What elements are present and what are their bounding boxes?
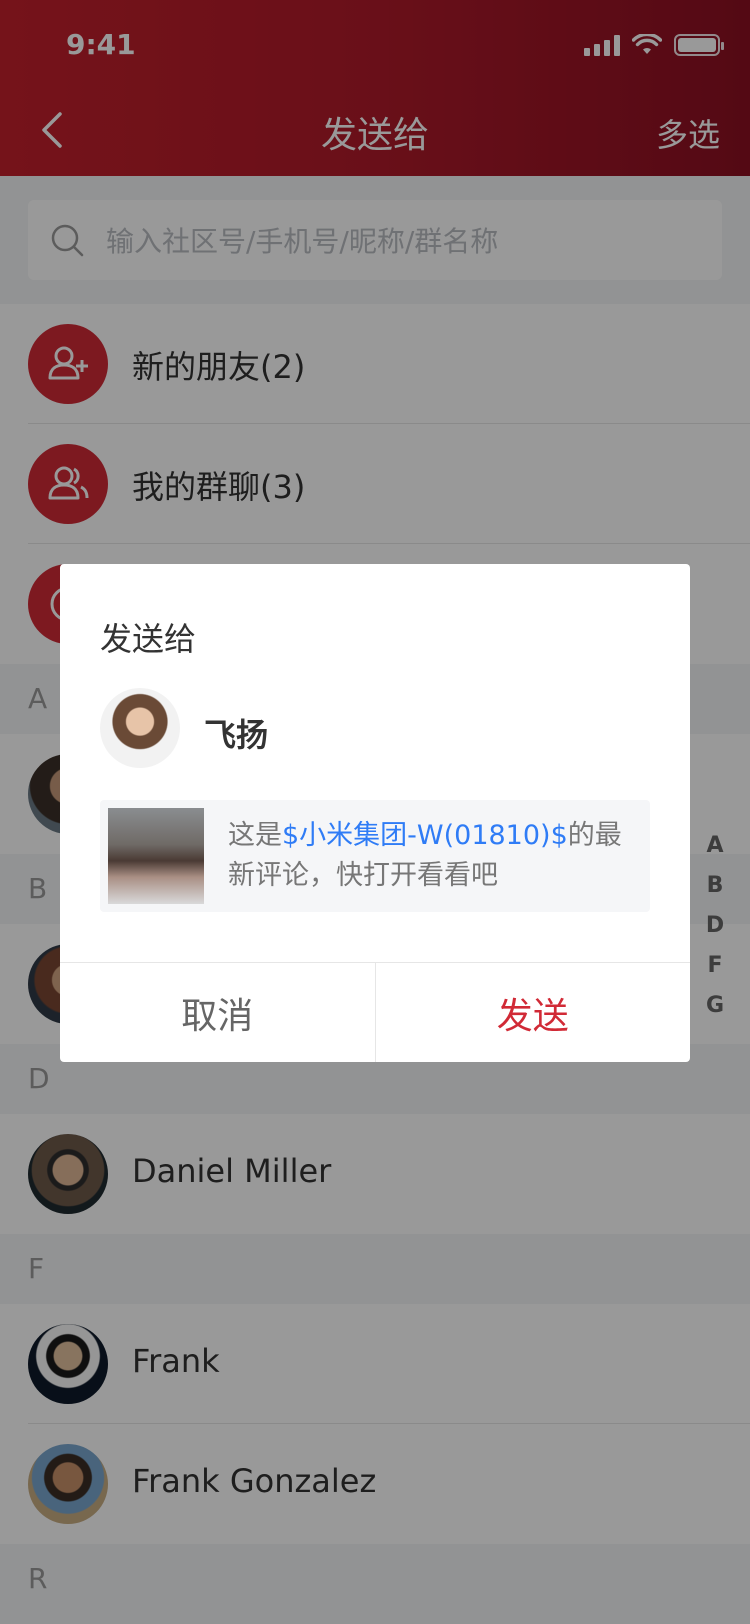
dialog-title: 发送给 [100,620,197,658]
send-button[interactable]: 发送 [376,963,691,1062]
share-preview-card: 这是$小米集团-W(01810)$的最新评论，快打开看看吧 [100,800,650,912]
share-text-prefix: 这是 [228,820,282,851]
share-text: 这是$小米集团-W(01810)$的最新评论，快打开看看吧 [228,816,638,896]
share-text-stock: $小米集团-W(01810)$ [282,820,568,851]
cancel-button[interactable]: 取消 [60,963,376,1062]
dialog-actions: 取消 发送 [60,962,690,1062]
recipient-avatar [100,688,180,768]
send-to-dialog: 发送给 飞扬 这是$小米集团-W(01810)$的最新评论，快打开看看吧 取消 … [60,564,690,1062]
share-thumbnail [108,808,204,904]
recipient-name: 飞扬 [204,716,269,754]
